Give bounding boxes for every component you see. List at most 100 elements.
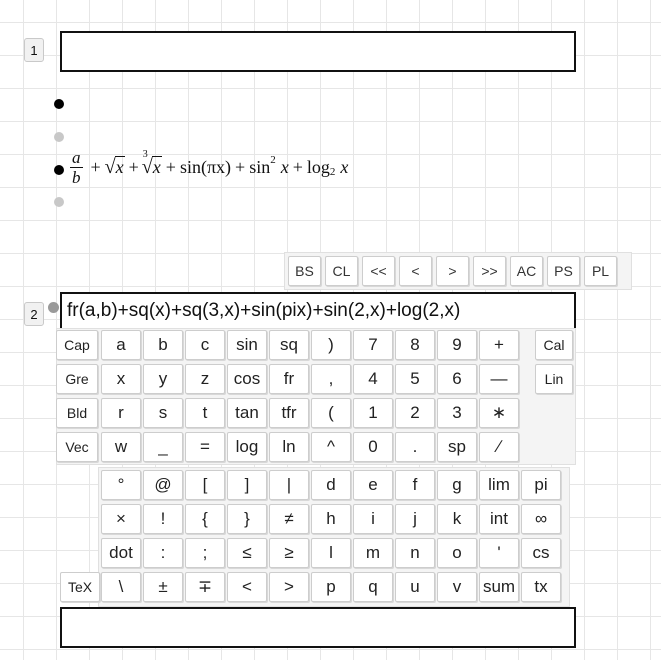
tex-toggle-key[interactable]: TeX [60, 572, 100, 602]
key-2-4[interactable]: tfr [269, 398, 309, 428]
key-0-2[interactable]: c [185, 330, 225, 360]
symbol-key-1-2[interactable]: { [185, 504, 225, 534]
key-3-9[interactable]: ∕ [479, 432, 519, 462]
symbol-key-0-3[interactable]: ] [227, 470, 267, 500]
key-1-5[interactable]: , [311, 364, 351, 394]
symbol-key-0-1[interactable]: @ [143, 470, 183, 500]
key-0-8[interactable]: 9 [437, 330, 477, 360]
bottom-input[interactable] [60, 607, 576, 648]
key-1-1[interactable]: y [143, 364, 183, 394]
nav-key-2[interactable]: << [362, 256, 395, 286]
nav-key-6[interactable]: AC [510, 256, 543, 286]
symbol-key-2-0[interactable]: dot [101, 538, 141, 568]
key-3-3[interactable]: log [227, 432, 267, 462]
key-1-2[interactable]: z [185, 364, 225, 394]
symbol-key-0-4[interactable]: | [269, 470, 309, 500]
symbol-key-1-0[interactable]: × [101, 504, 141, 534]
symbol-key-3-0[interactable]: \ [101, 572, 141, 602]
key-2-3[interactable]: tan [227, 398, 267, 428]
key-3-0[interactable]: w [101, 432, 141, 462]
right-key-cal[interactable]: Cal [535, 330, 573, 360]
symbol-key-1-10[interactable]: ∞ [521, 504, 561, 534]
left-key-bld[interactable]: Bld [56, 398, 98, 428]
symbol-key-2-8[interactable]: o [437, 538, 477, 568]
key-3-6[interactable]: 0 [353, 432, 393, 462]
nav-key-0[interactable]: BS [288, 256, 321, 286]
symbol-key-2-4[interactable]: ≥ [269, 538, 309, 568]
bullet-dot[interactable] [54, 165, 64, 175]
row-number-2[interactable]: 2 [24, 302, 44, 326]
key-2-5[interactable]: ( [311, 398, 351, 428]
nav-key-7[interactable]: PS [547, 256, 580, 286]
symbol-key-3-9[interactable]: sum [479, 572, 519, 602]
symbol-key-3-8[interactable]: v [437, 572, 477, 602]
key-3-1[interactable]: _ [143, 432, 183, 462]
nav-key-5[interactable]: >> [473, 256, 506, 286]
key-1-7[interactable]: 5 [395, 364, 435, 394]
nav-key-4[interactable]: > [436, 256, 469, 286]
symbol-key-1-8[interactable]: k [437, 504, 477, 534]
key-1-6[interactable]: 4 [353, 364, 393, 394]
symbol-key-2-3[interactable]: ≤ [227, 538, 267, 568]
key-2-8[interactable]: 3 [437, 398, 477, 428]
symbol-key-2-9[interactable]: ' [479, 538, 519, 568]
bullet-dot-inactive[interactable] [54, 197, 64, 207]
bullet-dot-inactive[interactable] [54, 132, 64, 142]
nav-key-8[interactable]: PL [584, 256, 617, 286]
left-key-cap[interactable]: Cap [56, 330, 98, 360]
symbol-key-0-6[interactable]: e [353, 470, 393, 500]
key-1-9[interactable]: — [479, 364, 519, 394]
key-0-1[interactable]: b [143, 330, 183, 360]
symbol-key-2-2[interactable]: ; [185, 538, 225, 568]
symbol-key-1-9[interactable]: int [479, 504, 519, 534]
symbol-key-3-5[interactable]: p [311, 572, 351, 602]
symbol-key-3-1[interactable]: ± [143, 572, 183, 602]
symbol-key-3-3[interactable]: < [227, 572, 267, 602]
key-3-7[interactable]: . [395, 432, 435, 462]
key-1-0[interactable]: x [101, 364, 141, 394]
key-0-4[interactable]: sq [269, 330, 309, 360]
symbol-key-1-7[interactable]: j [395, 504, 435, 534]
symbol-key-0-10[interactable]: pi [521, 470, 561, 500]
symbol-key-2-6[interactable]: m [353, 538, 393, 568]
symbol-key-2-5[interactable]: l [311, 538, 351, 568]
key-0-9[interactable]: + [479, 330, 519, 360]
key-3-8[interactable]: sp [437, 432, 477, 462]
key-2-6[interactable]: 1 [353, 398, 393, 428]
key-2-0[interactable]: r [101, 398, 141, 428]
key-1-3[interactable]: cos [227, 364, 267, 394]
symbol-key-0-2[interactable]: [ [185, 470, 225, 500]
key-0-0[interactable]: a [101, 330, 141, 360]
symbol-key-1-3[interactable]: } [227, 504, 267, 534]
symbol-key-0-8[interactable]: g [437, 470, 477, 500]
symbol-key-0-5[interactable]: d [311, 470, 351, 500]
nav-key-3[interactable]: < [399, 256, 432, 286]
key-0-7[interactable]: 8 [395, 330, 435, 360]
symbol-key-1-1[interactable]: ! [143, 504, 183, 534]
left-key-gre[interactable]: Gre [56, 364, 98, 394]
bullet-dot[interactable] [54, 99, 64, 109]
symbol-key-3-6[interactable]: q [353, 572, 393, 602]
symbol-key-2-7[interactable]: n [395, 538, 435, 568]
row-1-input[interactable] [60, 31, 576, 72]
right-key-lin[interactable]: Lin [535, 364, 573, 394]
nav-key-1[interactable]: CL [325, 256, 358, 286]
symbol-key-0-7[interactable]: f [395, 470, 435, 500]
symbol-key-2-10[interactable]: cs [521, 538, 561, 568]
key-2-2[interactable]: t [185, 398, 225, 428]
key-0-5[interactable]: ) [311, 330, 351, 360]
symbol-key-0-0[interactable]: ° [101, 470, 141, 500]
row-2-input[interactable]: fr(a,b)+sq(x)+sq(3,x)+sin(pix)+sin(2,x)+… [60, 292, 576, 330]
key-1-8[interactable]: 6 [437, 364, 477, 394]
key-2-1[interactable]: s [143, 398, 183, 428]
key-2-7[interactable]: 2 [395, 398, 435, 428]
symbol-key-0-9[interactable]: lim [479, 470, 519, 500]
symbol-key-3-10[interactable]: tx [521, 572, 561, 602]
left-key-vec[interactable]: Vec [56, 432, 98, 462]
symbol-key-1-4[interactable]: ≠ [269, 504, 309, 534]
symbol-key-1-6[interactable]: i [353, 504, 393, 534]
key-0-3[interactable]: sin [227, 330, 267, 360]
key-0-6[interactable]: 7 [353, 330, 393, 360]
symbol-key-3-7[interactable]: u [395, 572, 435, 602]
symbol-key-1-5[interactable]: h [311, 504, 351, 534]
